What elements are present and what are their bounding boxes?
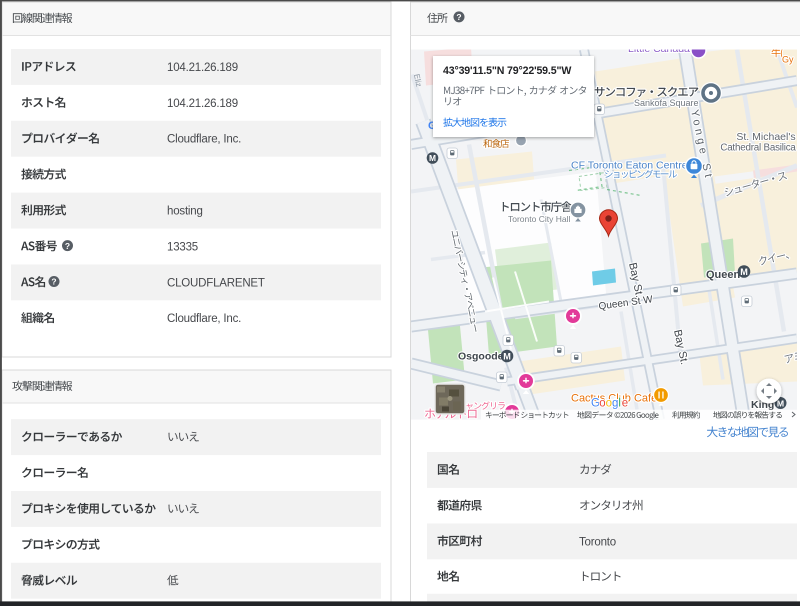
- svg-text:Gy: Gy: [782, 55, 794, 65]
- svg-text:M: M: [503, 351, 511, 361]
- svg-text:CLOUDFLARENET: CLOUDFLARENET: [167, 277, 265, 289]
- svg-text:e: e: [622, 398, 628, 410]
- svg-text:Sankofa Square: Sankofa Square: [634, 98, 699, 108]
- svg-text:M: M: [777, 398, 784, 408]
- svg-text:?: ?: [51, 277, 56, 287]
- svg-text:M: M: [740, 267, 748, 277]
- svg-text:M: M: [429, 153, 436, 163]
- svg-text:Cloudflare, Inc.: Cloudflare, Inc.: [167, 134, 241, 146]
- svg-text:St. Michael's: St. Michael's: [736, 131, 795, 143]
- svg-text:Toronto: Toronto: [579, 536, 616, 548]
- svg-text:104.21.26.189: 104.21.26.189: [167, 62, 238, 74]
- svg-text:Queen: Queen: [706, 269, 741, 281]
- svg-text:43°39'11.5"N 79°22'59.5"W: 43°39'11.5"N 79°22'59.5"W: [443, 65, 571, 77]
- svg-text:l: l: [618, 398, 621, 410]
- svg-text:Osgoode: Osgoode: [458, 351, 504, 363]
- svg-text:Toronto City Hall: Toronto City Hall: [508, 214, 570, 224]
- svg-text:Cathedral Basilica: Cathedral Basilica: [720, 143, 796, 154]
- svg-text:hosting: hosting: [167, 206, 203, 218]
- svg-text:13335: 13335: [167, 241, 198, 253]
- svg-text:104.21.26.189: 104.21.26.189: [167, 98, 238, 110]
- svg-text:Cloudflare, Inc.: Cloudflare, Inc.: [167, 313, 241, 325]
- svg-text:?: ?: [456, 12, 461, 22]
- svg-text:?: ?: [65, 241, 70, 251]
